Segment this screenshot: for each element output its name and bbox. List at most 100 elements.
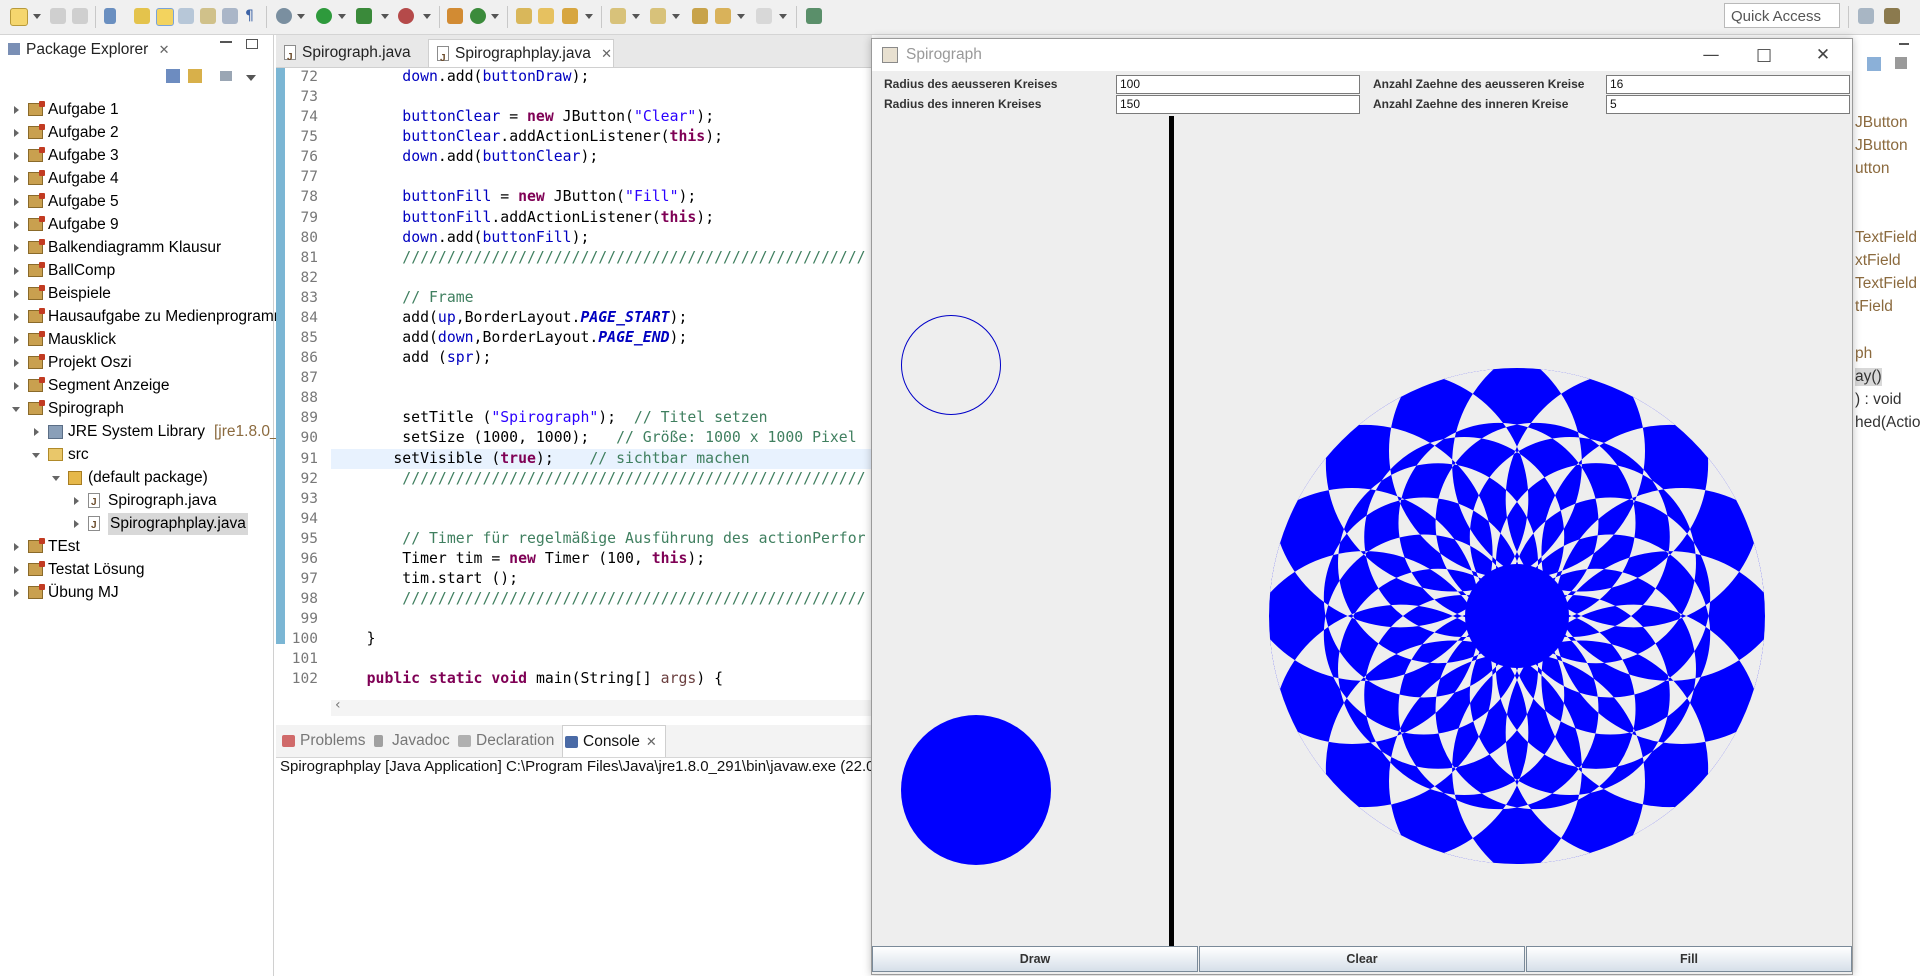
view-menu-icon[interactable]: [246, 75, 256, 81]
close-icon[interactable]: ✕: [159, 42, 170, 57]
collapsed-arrow-icon[interactable]: [14, 244, 19, 252]
expanded-arrow-icon[interactable]: [32, 453, 40, 458]
collapsed-arrow-icon[interactable]: [14, 313, 19, 321]
external-tools-dropdown-icon[interactable]: [423, 14, 431, 19]
previous-annotation-icon[interactable]: [650, 8, 666, 24]
new-class-icon[interactable]: [470, 8, 486, 24]
maximize-window-button[interactable]: □: [1741, 39, 1787, 71]
forward-dropdown-icon[interactable]: [779, 14, 787, 19]
previous-annotation-dropdown-icon[interactable]: [672, 14, 680, 19]
tree-item[interactable]: Segment Anzeige: [0, 375, 272, 397]
maximize-icon[interactable]: [246, 39, 258, 49]
collapsed-arrow-icon[interactable]: [74, 497, 79, 505]
inner-radius-field[interactable]: 150: [1116, 95, 1360, 114]
toggle-breadcrumb-icon[interactable]: [104, 8, 116, 24]
show-whitespace-icon[interactable]: [178, 8, 194, 24]
new-java-project-icon[interactable]: [447, 8, 463, 24]
open-folder-icon[interactable]: [538, 8, 554, 24]
collapsed-arrow-icon[interactable]: [14, 221, 19, 229]
outer-teeth-field[interactable]: 16: [1606, 75, 1850, 94]
outline-item[interactable]: utton: [1855, 160, 1889, 178]
coverage-dropdown-icon[interactable]: [381, 14, 389, 19]
close-tab-icon[interactable]: ✕: [601, 46, 612, 61]
tree-item[interactable]: TEst: [0, 536, 272, 558]
outline-item[interactable]: TextField: [1855, 229, 1917, 247]
back-dropdown-icon[interactable]: [737, 14, 745, 19]
collapsed-arrow-icon[interactable]: [14, 152, 19, 160]
save-all-icon[interactable]: [72, 8, 88, 24]
minimize-icon[interactable]: [220, 41, 232, 43]
search-dropdown-icon[interactable]: [585, 14, 593, 19]
console-output[interactable]: Spirographplay [Java Application] C:\Pro…: [276, 758, 883, 976]
open-type-icon[interactable]: [516, 8, 532, 24]
pilcrow-icon[interactable]: ¶: [245, 8, 261, 24]
collapsed-arrow-icon[interactable]: [14, 543, 19, 551]
tree-item[interactable]: (default package): [0, 467, 272, 489]
tree-item[interactable]: BallComp: [0, 260, 272, 282]
next-annotation-icon[interactable]: [610, 8, 626, 24]
tab-javadoc[interactable]: Javadoc: [372, 725, 450, 757]
minimize-icon[interactable]: [1899, 43, 1909, 45]
fill-button[interactable]: Fill: [1526, 946, 1852, 972]
collapsed-arrow-icon[interactable]: [14, 267, 19, 275]
expanded-arrow-icon[interactable]: [52, 476, 60, 481]
block-selection-icon[interactable]: [156, 8, 174, 26]
collapsed-arrow-icon[interactable]: [14, 566, 19, 574]
external-tools-icon[interactable]: [398, 8, 414, 24]
collapsed-arrow-icon[interactable]: [74, 520, 79, 528]
outline-item[interactable]: ay(): [1855, 368, 1882, 386]
collapsed-arrow-icon[interactable]: [14, 198, 19, 206]
run-icon[interactable]: [316, 8, 332, 24]
back-icon[interactable]: [715, 8, 731, 24]
next-annotation-dropdown-icon[interactable]: [632, 14, 640, 19]
outline-item[interactable]: xtField: [1855, 252, 1901, 270]
outer-radius-field[interactable]: 100: [1116, 75, 1360, 94]
tree-item[interactable]: Mausklick: [0, 329, 272, 351]
tree-item[interactable]: Testat Lösung: [0, 559, 272, 581]
tree-item[interactable]: Hausaufgabe zu Medienprogramm: [0, 306, 287, 328]
tree-item[interactable]: Spirographplay.java: [0, 513, 272, 537]
tree-item[interactable]: src: [0, 444, 272, 466]
quick-access-field[interactable]: Quick Access: [1724, 3, 1840, 28]
collapsed-arrow-icon[interactable]: [14, 359, 19, 367]
outline-item[interactable]: ) : void: [1855, 391, 1902, 409]
link-with-editor-icon[interactable]: [188, 69, 202, 83]
collapsed-arrow-icon[interactable]: [14, 290, 19, 298]
expanded-arrow-icon[interactable]: [12, 407, 20, 412]
debug-dropdown-icon[interactable]: [297, 14, 305, 19]
tree-item[interactable]: Aufgabe 4: [0, 168, 272, 190]
outline-item[interactable]: tField: [1855, 298, 1893, 316]
word-wrap-icon[interactable]: [222, 8, 238, 24]
tree-item[interactable]: Aufgabe 9: [0, 214, 272, 236]
tab-console[interactable]: Console ✕: [562, 725, 666, 757]
tree-item[interactable]: Aufgabe 3: [0, 145, 272, 167]
new-dropdown-icon[interactable]: [33, 14, 41, 19]
sort-icon[interactable]: [1867, 57, 1881, 71]
java-perspective-icon[interactable]: [1884, 8, 1900, 24]
skip-breakpoints-icon[interactable]: [200, 8, 216, 24]
coverage-icon[interactable]: [356, 8, 372, 24]
clear-button[interactable]: Clear: [1199, 946, 1525, 972]
draw-button[interactable]: Draw: [872, 946, 1198, 972]
close-icon[interactable]: ✕: [646, 734, 657, 749]
collapsed-arrow-icon[interactable]: [14, 106, 19, 114]
horizontal-scrollbar[interactable]: ‹: [331, 697, 872, 716]
tree-item[interactable]: Balkendiagramm Klausur: [0, 237, 272, 259]
save-icon[interactable]: [50, 8, 66, 24]
collapse-all-icon[interactable]: [166, 69, 180, 83]
tab-problems[interactable]: Problems: [280, 725, 365, 757]
tree-item[interactable]: Projekt Oszi: [0, 352, 272, 374]
package-explorer-tab[interactable]: Package Explorer ✕: [8, 35, 170, 65]
tree-item[interactable]: JRE System Library [jre1.8.0_29: [0, 421, 296, 443]
tree-item[interactable]: Aufgabe 5: [0, 191, 272, 213]
outline-item[interactable]: TextField: [1855, 275, 1917, 293]
collapsed-arrow-icon[interactable]: [14, 589, 19, 597]
tab-spirographplay-java[interactable]: Spirographplay.java ✕: [428, 39, 614, 73]
collapsed-arrow-icon[interactable]: [14, 382, 19, 390]
tree-item[interactable]: Aufgabe 2: [0, 122, 272, 144]
tab-spirograph-java[interactable]: Spirograph.java: [276, 39, 426, 72]
tree-item[interactable]: Spirograph: [0, 398, 272, 420]
debug-icon[interactable]: [276, 8, 292, 24]
minimize-window-button[interactable]: —: [1688, 39, 1734, 71]
open-perspective-icon[interactable]: [1858, 8, 1874, 24]
